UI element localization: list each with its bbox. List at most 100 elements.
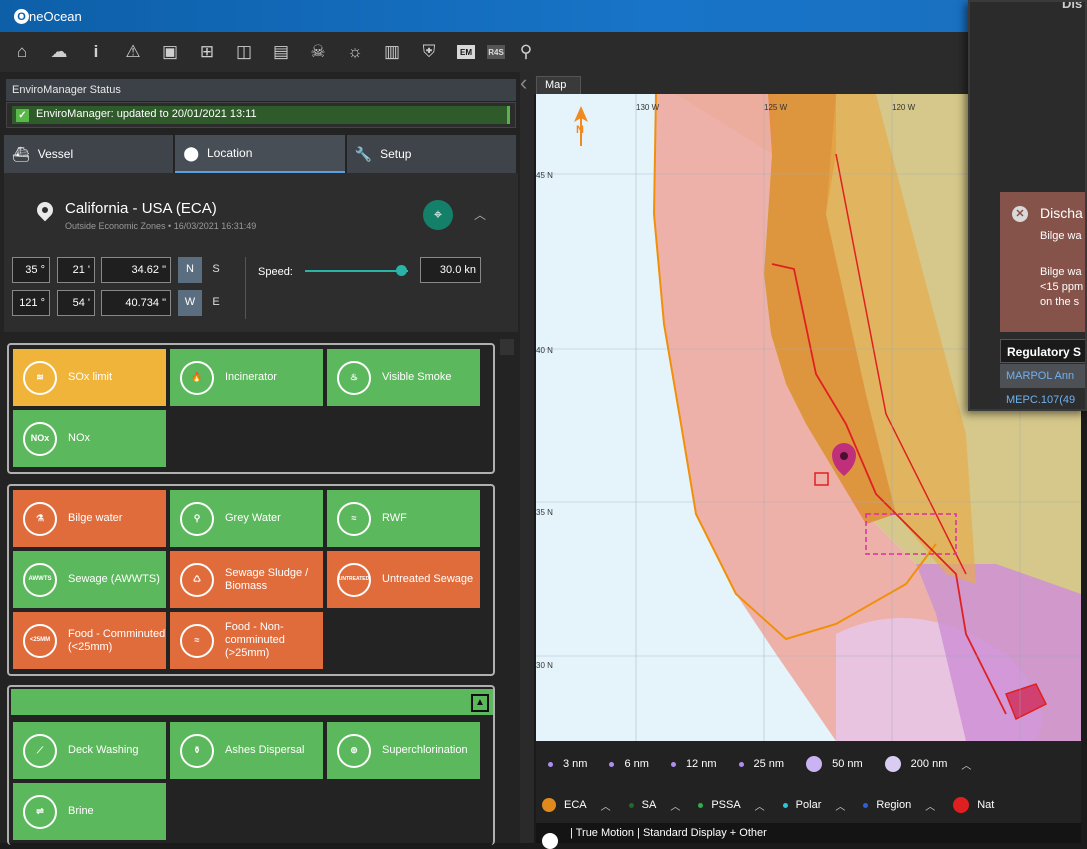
info-icon[interactable]: i xyxy=(82,38,110,66)
tile-superchlorination[interactable]: ⊚ Superchlorination xyxy=(327,722,480,779)
tile-label: RWF xyxy=(382,512,407,524)
publication-icon[interactable]: ▤ xyxy=(267,38,295,66)
regulation-link[interactable]: MARPOL Ann xyxy=(1000,364,1085,388)
regulation-link[interactable]: MEPC.107(49 xyxy=(1000,388,1085,409)
tile-food-non-comminuted[interactable]: ≈ Food - Non-comminuted (>25mm) xyxy=(170,612,323,669)
sox-icon: ≋ xyxy=(23,360,57,395)
tab-map[interactable]: Map xyxy=(536,76,581,94)
discharge-categories: ≋ SOx limit 🔥 Incinerator ♨ Visible Smoke N… xyxy=(0,335,520,845)
chevron-up-icon[interactable]: ︿ xyxy=(961,757,971,772)
display-status: | True Motion | Standard Display + Other xyxy=(536,823,1081,849)
legend-200nm[interactable]: 200 nm ︿ xyxy=(884,756,971,772)
alert-text: <15 ppm xyxy=(1040,281,1084,293)
lat-north-toggle[interactable]: N xyxy=(178,257,202,283)
legend-pssa[interactable]: PSSA ︿ xyxy=(698,798,765,813)
chlorine-icon: ⊚ xyxy=(337,733,371,768)
tile-nox[interactable]: NOx NOx xyxy=(13,410,166,467)
tile-grey-water[interactable]: ⚲ Grey Water xyxy=(170,490,323,547)
skull-icon[interactable]: ☠ xyxy=(304,38,332,66)
tile-food-comminuted[interactable]: <25MM Food - Comminuted (<25mm) xyxy=(13,612,166,669)
tile-brine[interactable]: ⇌ Brine xyxy=(13,783,166,840)
bilge-icon: ⚗ xyxy=(23,501,57,536)
em-icon[interactable]: EM xyxy=(457,45,475,59)
chevron-up-icon[interactable]: ︿ xyxy=(835,798,845,813)
tile-sox-limit[interactable]: ≋ SOx limit xyxy=(13,349,166,406)
report-icon[interactable]: ▥ xyxy=(378,38,406,66)
r4s-icon[interactable]: R4S xyxy=(487,45,505,59)
tab-label: Location xyxy=(207,146,253,160)
legend-nat[interactable]: Nat xyxy=(953,797,994,813)
tab-setup[interactable]: 🔧 Setup xyxy=(346,135,516,173)
tab-vessel[interactable]: ⛴ Vessel xyxy=(4,135,174,173)
map-icon[interactable]: ⊞ xyxy=(193,38,221,66)
tile-ashes-dispersal[interactable]: ⚱ Ashes Dispersal xyxy=(170,722,323,779)
legend-3nm[interactable]: 3 nm xyxy=(548,758,587,770)
tile-incinerator[interactable]: 🔥 Incinerator xyxy=(170,349,323,406)
dot-icon xyxy=(782,802,788,808)
legend-12nm[interactable]: 12 nm xyxy=(670,758,717,770)
legend-polar[interactable]: Polar ︿ xyxy=(782,798,845,813)
cloud-upload-icon[interactable]: ☁ xyxy=(45,38,73,66)
chevron-up-icon[interactable]: ︿ xyxy=(601,798,611,813)
legend-label: 200 nm xyxy=(910,758,948,770)
speed-slider[interactable] xyxy=(305,270,408,272)
speed-slider-handle[interactable] xyxy=(395,265,407,276)
tile-label: Food - Non-comminuted (>25mm) xyxy=(225,621,285,659)
tile-label: SOx limit xyxy=(68,371,112,383)
emissions-group: ≋ SOx limit 🔥 Incinerator ♨ Visible Smoke N… xyxy=(7,343,495,474)
discharge-info-panel: Dis ✕ Discha Bilge wa Bilge wa <15 ppm o… xyxy=(968,0,1087,411)
tile-deck-washing[interactable]: ⟋ Deck Washing xyxy=(13,722,166,779)
lat-south-toggle[interactable]: S xyxy=(204,257,228,283)
location-title: California - USA (ECA) xyxy=(65,200,217,217)
legend-6nm[interactable]: 6 nm xyxy=(609,758,649,770)
north-label: N xyxy=(576,124,584,136)
chevron-left-icon[interactable]: ‹ xyxy=(520,70,527,96)
discharge-alert: ✕ Discha Bilge wa Bilge wa <15 ppm on th… xyxy=(1000,192,1085,332)
toilet-icon: AWWTS xyxy=(23,562,57,597)
chevron-up-icon[interactable]: ︿ xyxy=(925,798,935,813)
locate-button[interactable]: ⌖ xyxy=(423,200,453,230)
tab-location[interactable]: ⬤ Location xyxy=(175,135,345,173)
tile-bilge-water[interactable]: ⚗ Bilge water xyxy=(13,490,166,547)
info-icon[interactable] xyxy=(542,833,558,849)
lat-label: 40 N xyxy=(536,346,553,355)
lon-east-toggle[interactable]: E xyxy=(204,290,228,316)
weather-icon[interactable]: ☼ xyxy=(341,38,369,66)
speed-field[interactable]: 30.0 kn xyxy=(420,257,481,283)
splitter[interactable] xyxy=(520,72,534,843)
tile-sewage-sludge[interactable]: ♺ Sewage Sludge / Biomass xyxy=(170,551,323,608)
chevron-up-icon[interactable]: ︿ xyxy=(755,798,765,813)
panel-tabs: ⛴ Vessel ⬤ Location 🔧 Setup xyxy=(4,135,518,173)
tile-sewage-awwts[interactable]: AWWTS Sewage (AWWTS) xyxy=(13,551,166,608)
lon-degrees-field[interactable]: 121 ° xyxy=(12,290,50,316)
tile-untreated-sewage[interactable]: UNTREATED Untreated Sewage xyxy=(327,551,480,608)
home-icon[interactable]: ⌂ xyxy=(8,38,36,66)
legend-25nm[interactable]: 25 nm xyxy=(738,758,784,770)
legend-50nm[interactable]: 50 nm xyxy=(806,756,863,772)
lat-minutes-field[interactable]: 21 ' xyxy=(57,257,95,283)
lat-seconds-field[interactable]: 34.62 " xyxy=(101,257,171,283)
scrollbar[interactable] xyxy=(500,339,514,355)
legend-sa[interactable]: SA ︿ xyxy=(628,798,680,813)
alert-text: on the s xyxy=(1040,296,1080,308)
warning-icon[interactable]: ⚠ xyxy=(119,38,147,66)
tile-label: Sewage (AWWTS) xyxy=(68,573,160,585)
zone-legend: ECA ︿ SA ︿ PSSA ︿ Polar ︿ Region ︿ Nat xyxy=(536,787,1081,823)
legend-region[interactable]: Region ︿ xyxy=(863,798,935,813)
shield-icon[interactable]: ⛨ xyxy=(415,38,443,66)
tile-rwf[interactable]: ≈ RWF xyxy=(327,490,480,547)
alert-text: Bilge wa xyxy=(1040,230,1082,242)
compass-icon[interactable]: ⚲ xyxy=(512,38,540,66)
lon-minutes-field[interactable]: 54 ' xyxy=(57,290,95,316)
book-icon[interactable]: ◫ xyxy=(230,38,258,66)
chevron-up-icon[interactable]: ▲ xyxy=(471,694,489,712)
chevron-up-icon[interactable]: ︿ xyxy=(474,206,486,223)
lon-seconds-field[interactable]: 40.734 " xyxy=(101,290,171,316)
chevron-up-icon[interactable]: ︿ xyxy=(670,798,680,813)
legend-eca[interactable]: ECA ︿ xyxy=(542,798,611,813)
display-mode-text: | True Motion | Standard Display + Other xyxy=(570,827,767,839)
lat-degrees-field[interactable]: 35 ° xyxy=(12,257,50,283)
lon-west-toggle[interactable]: W xyxy=(178,290,202,316)
tile-visible-smoke[interactable]: ♨ Visible Smoke xyxy=(327,349,480,406)
document-icon[interactable]: ▣ xyxy=(156,38,184,66)
